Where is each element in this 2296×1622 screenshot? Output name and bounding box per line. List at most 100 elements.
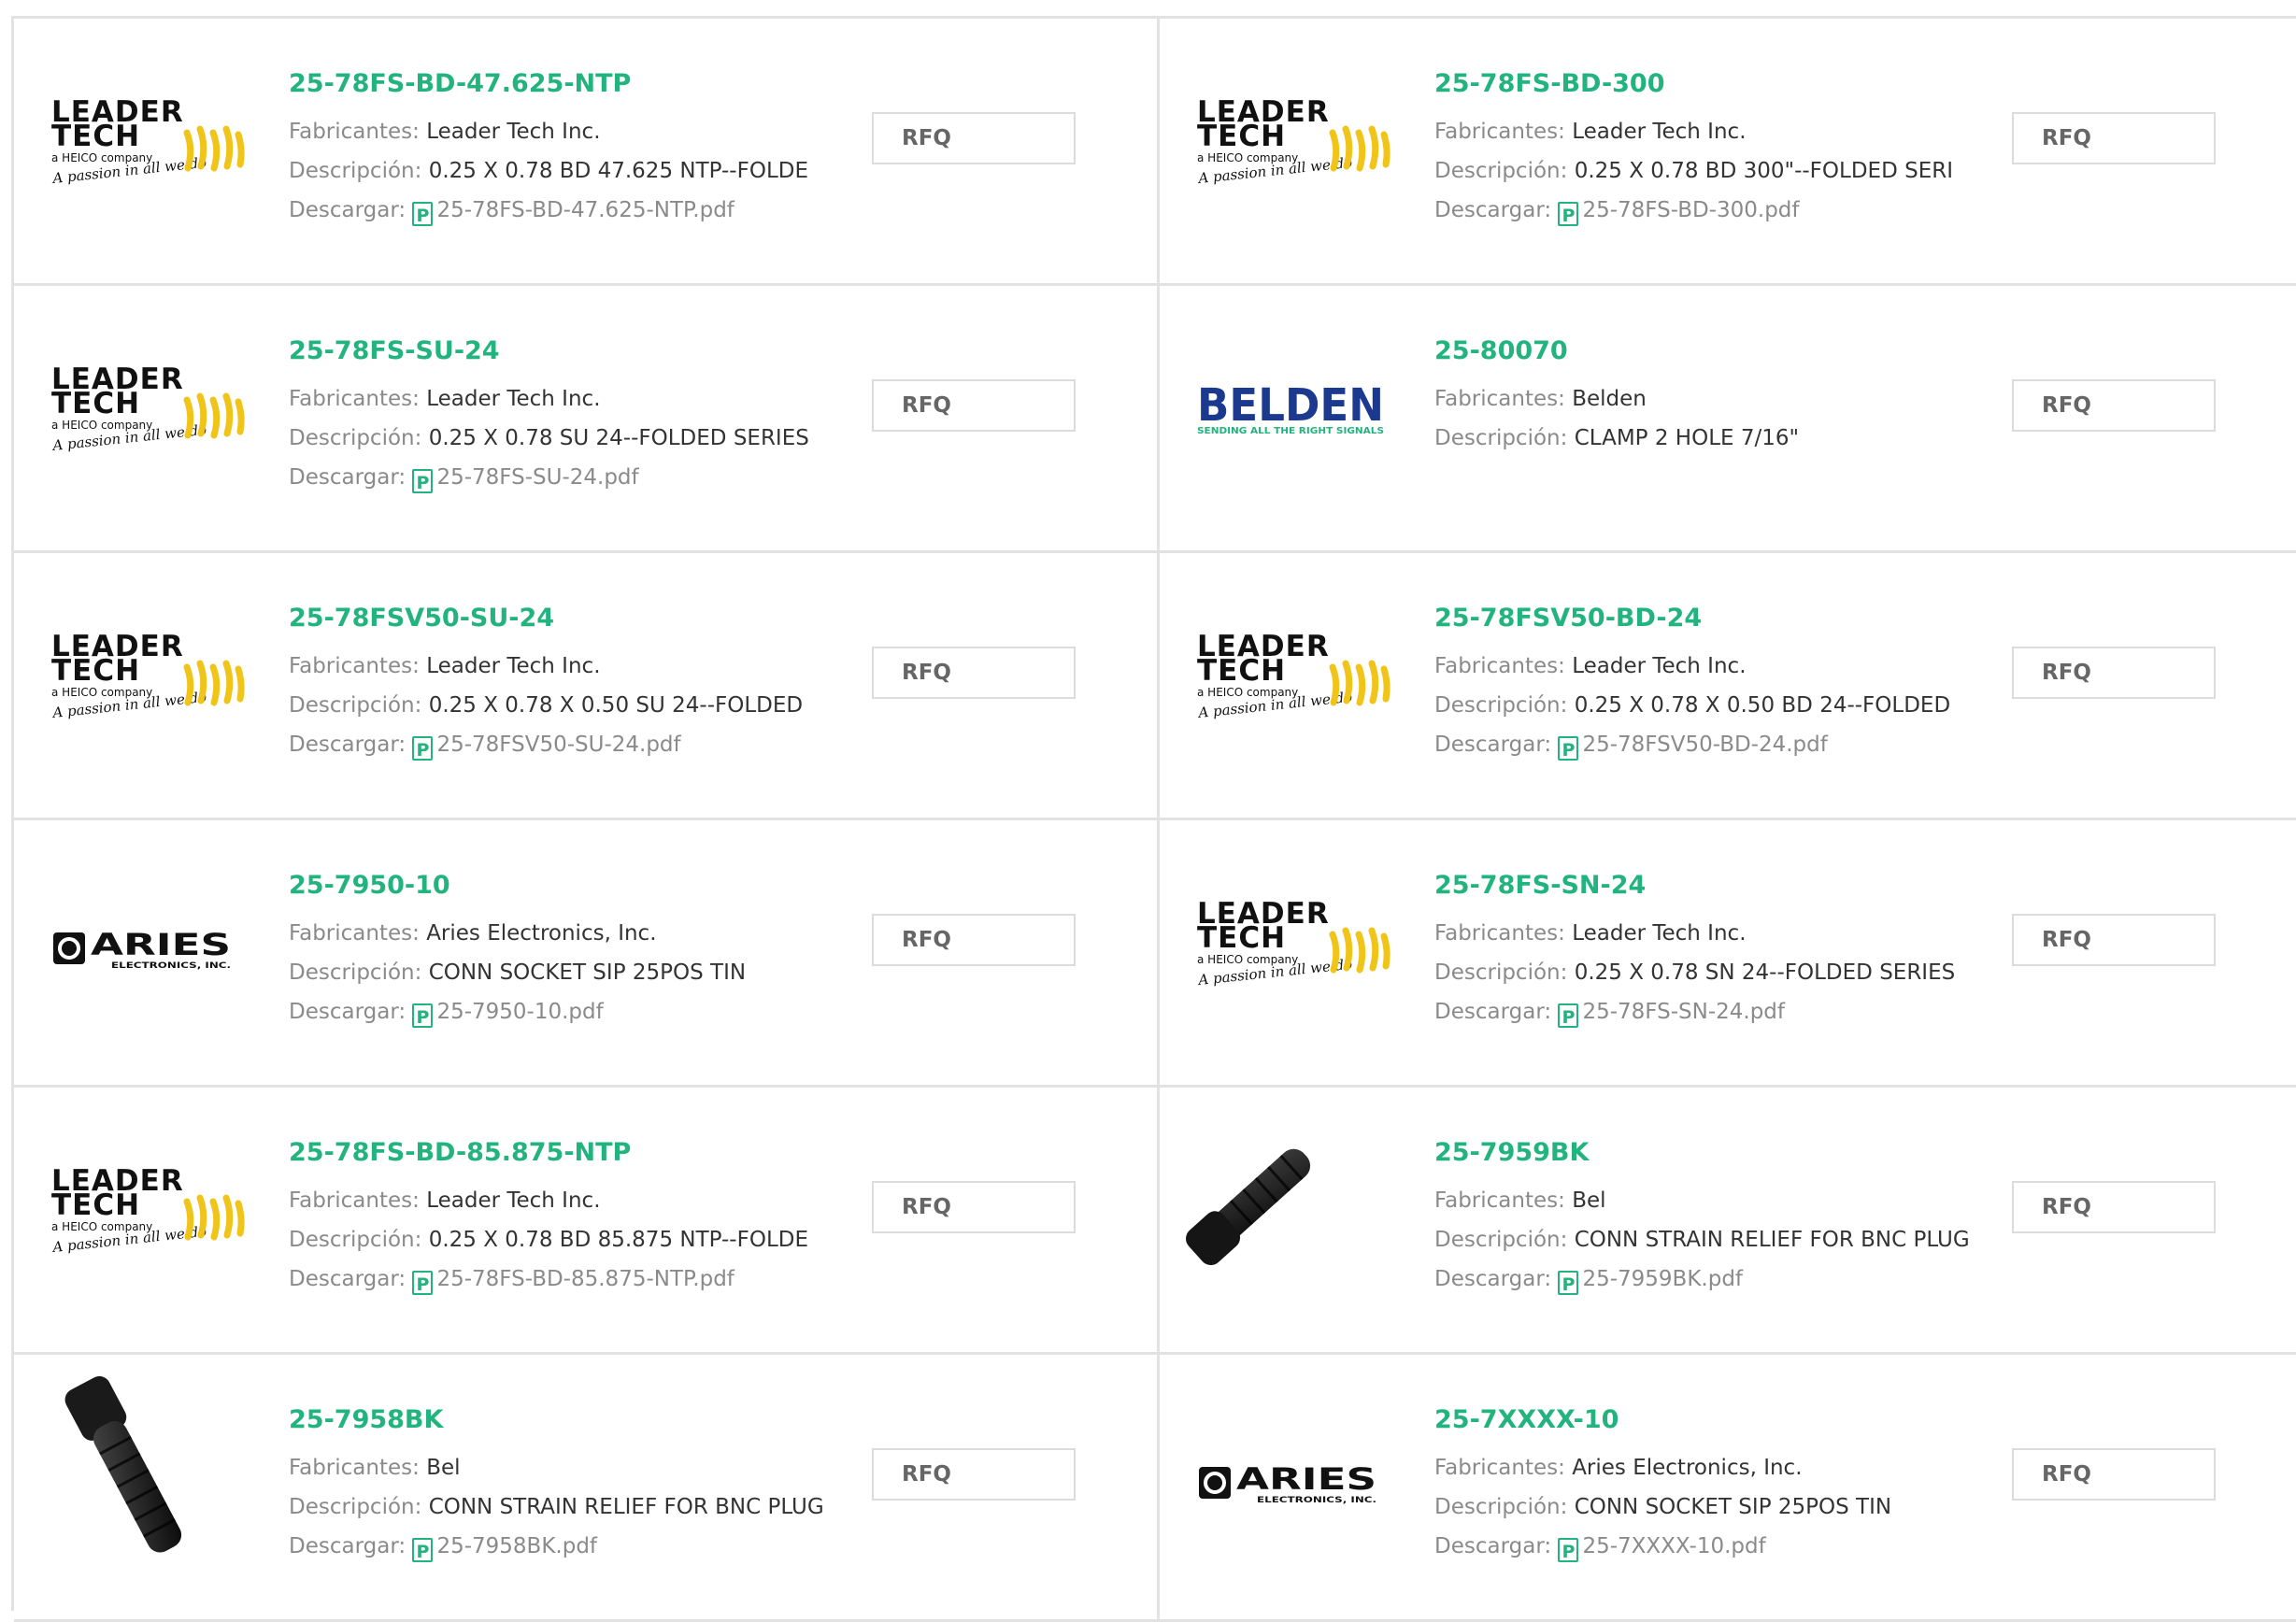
pdf-icon[interactable]: P <box>412 202 434 226</box>
manufacturer-value: Leader Tech Inc. <box>426 387 601 411</box>
manufacturer-label: Fabricantes: <box>1434 1188 1573 1213</box>
rfq-button[interactable]: RFQ <box>2012 914 2216 966</box>
pdf-download-link[interactable]: 25-78FSV50-BD-24.pdf <box>1582 733 1827 757</box>
description-value: CLAMP 2 HOLE 7/16" <box>1574 426 1800 450</box>
svg-text:TECH: TECH <box>51 387 140 420</box>
download-label: Descargar: <box>1434 1534 1559 1558</box>
manufacturer-row: Fabricantes: Leader Tech Inc. <box>289 647 868 686</box>
pdf-download-link[interactable]: 25-7958BK.pdf <box>436 1534 597 1558</box>
product-card: ARIES ELECTRONICS, INC. 25-7XXXX-10 Fabri… <box>1160 1355 2296 1622</box>
download-row: Descargar: P 25-7950-10.pdf <box>289 992 868 1032</box>
part-number-link[interactable]: 25-78FS-BD-47.625-NTP <box>289 65 868 103</box>
part-number-link[interactable]: 25-7XXXX-10 <box>1434 1401 2014 1439</box>
product-info: 25-78FS-SN-24 Fabricantes: Leader Tech I… <box>1434 867 2014 1032</box>
product-grid: LEADER TECH a HEICO company A passion in al… <box>11 16 2296 1622</box>
leader-tech-logo: LEADER TECH a HEICO company A passion in al… <box>1196 897 1393 1000</box>
manufacturer-value: Leader Tech Inc. <box>1572 120 1747 144</box>
download-row: Descargar: P 25-78FS-SN-24.pdf <box>1434 992 2014 1032</box>
part-number-link[interactable]: 25-78FS-SU-24 <box>289 333 868 370</box>
part-number-link[interactable]: 25-7959BK <box>1434 1134 2014 1172</box>
product-info: 25-7958BK Fabricantes: Bel Descripción: … <box>289 1401 868 1566</box>
manufacturer-row: Fabricantes: Bel <box>1434 1181 2014 1220</box>
download-label: Descargar: <box>1434 1000 1559 1024</box>
pdf-download-link[interactable]: 25-7XXXX-10.pdf <box>1582 1534 1765 1558</box>
pdf-icon[interactable]: P <box>1558 736 1579 761</box>
download-row: Descargar: P 25-7959BK.pdf <box>1434 1259 2014 1299</box>
description-row: Descripción: CONN SOCKET SIP 25POS TIN <box>289 953 868 992</box>
description-row: Descripción: 0.25 X 0.78 SN 24--FOLDED S… <box>1434 953 2014 992</box>
rfq-button[interactable]: RFQ <box>2012 379 2216 432</box>
pdf-icon[interactable]: P <box>412 469 434 493</box>
part-number-link[interactable]: 25-78FS-BD-85.875-NTP <box>289 1134 868 1172</box>
pdf-download-link[interactable]: 25-7959BK.pdf <box>1582 1267 1743 1291</box>
manufacturer-value: Bel <box>1572 1188 1606 1213</box>
product-info: 25-78FSV50-BD-24 Fabricantes: Leader Tec… <box>1434 600 2014 764</box>
pdf-icon[interactable]: P <box>412 1538 434 1562</box>
pdf-download-link[interactable]: 25-78FS-SN-24.pdf <box>1582 1000 1785 1024</box>
manufacturer-row: Fabricantes: Aries Electronics, Inc. <box>1434 1448 2014 1487</box>
product-card: LEADER TECH a HEICO company A passion in al… <box>14 553 1160 820</box>
aries-logo: ARIES ELECTRONICS, INC. <box>1197 1431 1393 1534</box>
rfq-button[interactable]: RFQ <box>2012 112 2216 164</box>
belden-logo: BELDEN SENDING ALL THE RIGHT SIGNALS <box>1197 363 1393 465</box>
download-label: Descargar: <box>289 733 413 757</box>
svg-text:TECH: TECH <box>1197 921 1286 955</box>
part-number-link[interactable]: 25-78FS-SN-24 <box>1434 867 2014 904</box>
rfq-button[interactable]: RFQ <box>872 112 1076 164</box>
rfq-button[interactable]: RFQ <box>872 914 1076 966</box>
aries-logo: ARIES ELECTRONICS, INC. <box>51 897 248 1000</box>
description-value: 0.25 X 0.78 BD 300"--FOLDED SERI <box>1574 159 1953 183</box>
part-number-link[interactable]: 25-78FSV50-SU-24 <box>289 600 868 637</box>
rfq-button[interactable]: RFQ <box>2012 1181 2216 1233</box>
pdf-download-link[interactable]: 25-78FS-BD-300.pdf <box>1582 198 1799 222</box>
rfq-button[interactable]: RFQ <box>872 379 1076 432</box>
pdf-download-link[interactable]: 25-78FS-BD-47.625-NTP.pdf <box>436 198 734 222</box>
description-value: CONN SOCKET SIP 25POS TIN <box>428 960 747 985</box>
pdf-icon[interactable]: P <box>1558 202 1579 226</box>
description-label: Descripción: <box>1434 1228 1575 1252</box>
manufacturer-label: Fabricantes: <box>1434 1456 1573 1480</box>
product-card: BELDEN SENDING ALL THE RIGHT SIGNALS 25-8… <box>1160 286 2296 553</box>
pdf-icon[interactable]: P <box>412 1271 434 1295</box>
description-value: 0.25 X 0.78 X 0.50 SU 24--FOLDED <box>428 693 804 718</box>
part-number-link[interactable]: 25-7950-10 <box>289 867 868 904</box>
manufacturer-value: Aries Electronics, Inc. <box>426 921 657 946</box>
svg-text:TECH: TECH <box>1197 120 1286 153</box>
download-label: Descargar: <box>289 1000 413 1024</box>
pdf-download-link[interactable]: 25-7950-10.pdf <box>436 1000 603 1024</box>
part-number-link[interactable]: 25-78FSV50-BD-24 <box>1434 600 2014 637</box>
rfq-button[interactable]: RFQ <box>872 647 1076 699</box>
part-number-link[interactable]: 25-7958BK <box>289 1401 868 1439</box>
description-label: Descripción: <box>289 159 429 183</box>
manufacturer-value: Aries Electronics, Inc. <box>1572 1456 1803 1480</box>
rfq-button[interactable]: RFQ <box>2012 1448 2216 1501</box>
pdf-download-link[interactable]: 25-78FS-BD-85.875-NTP.pdf <box>436 1267 734 1291</box>
manufacturer-label: Fabricantes: <box>1434 387 1573 411</box>
pdf-icon[interactable]: P <box>412 1003 434 1028</box>
manufacturer-row: Fabricantes: Leader Tech Inc. <box>1434 914 2014 953</box>
product-card: LEADER TECH a HEICO company A passion in al… <box>1160 553 2296 820</box>
pdf-icon[interactable]: P <box>1558 1271 1579 1295</box>
pdf-icon[interactable]: P <box>1558 1538 1579 1562</box>
part-number-link[interactable]: 25-80070 <box>1434 333 2014 370</box>
rfq-button[interactable]: RFQ <box>872 1181 1076 1233</box>
pdf-icon[interactable]: P <box>1558 1003 1579 1028</box>
product-info: 25-7950-10 Fabricantes: Aries Electronic… <box>289 867 868 1032</box>
rfq-button[interactable]: RFQ <box>872 1448 1076 1501</box>
pdf-download-link[interactable]: 25-78FSV50-SU-24.pdf <box>436 733 680 757</box>
pdf-download-link[interactable]: 25-78FS-SU-24.pdf <box>436 465 638 490</box>
description-label: Descripción: <box>289 1495 429 1519</box>
product-card: LEADER TECH a HEICO company A passion in al… <box>14 1088 1160 1355</box>
description-value: CONN STRAIN RELIEF FOR BNC PLUG <box>1574 1228 1970 1252</box>
pdf-icon[interactable]: P <box>412 736 434 761</box>
manufacturer-label: Fabricantes: <box>289 654 427 678</box>
svg-text:ARIES: ARIES <box>1236 1461 1376 1497</box>
download-row: Descargar: P 25-7958BK.pdf <box>289 1527 868 1566</box>
manufacturer-value: Leader Tech Inc. <box>426 1188 601 1213</box>
description-row: Descripción: 0.25 X 0.78 X 0.50 SU 24--F… <box>289 686 868 725</box>
download-row: Descargar: P 25-78FS-BD-47.625-NTP.pdf <box>289 191 868 230</box>
part-number-link[interactable]: 25-78FS-BD-300 <box>1434 65 2014 103</box>
leader-tech-logo: LEADER TECH a HEICO company A passion in al… <box>50 95 248 198</box>
description-value: 0.25 X 0.78 SU 24--FOLDED SERIES <box>428 426 809 450</box>
rfq-button[interactable]: RFQ <box>2012 647 2216 699</box>
